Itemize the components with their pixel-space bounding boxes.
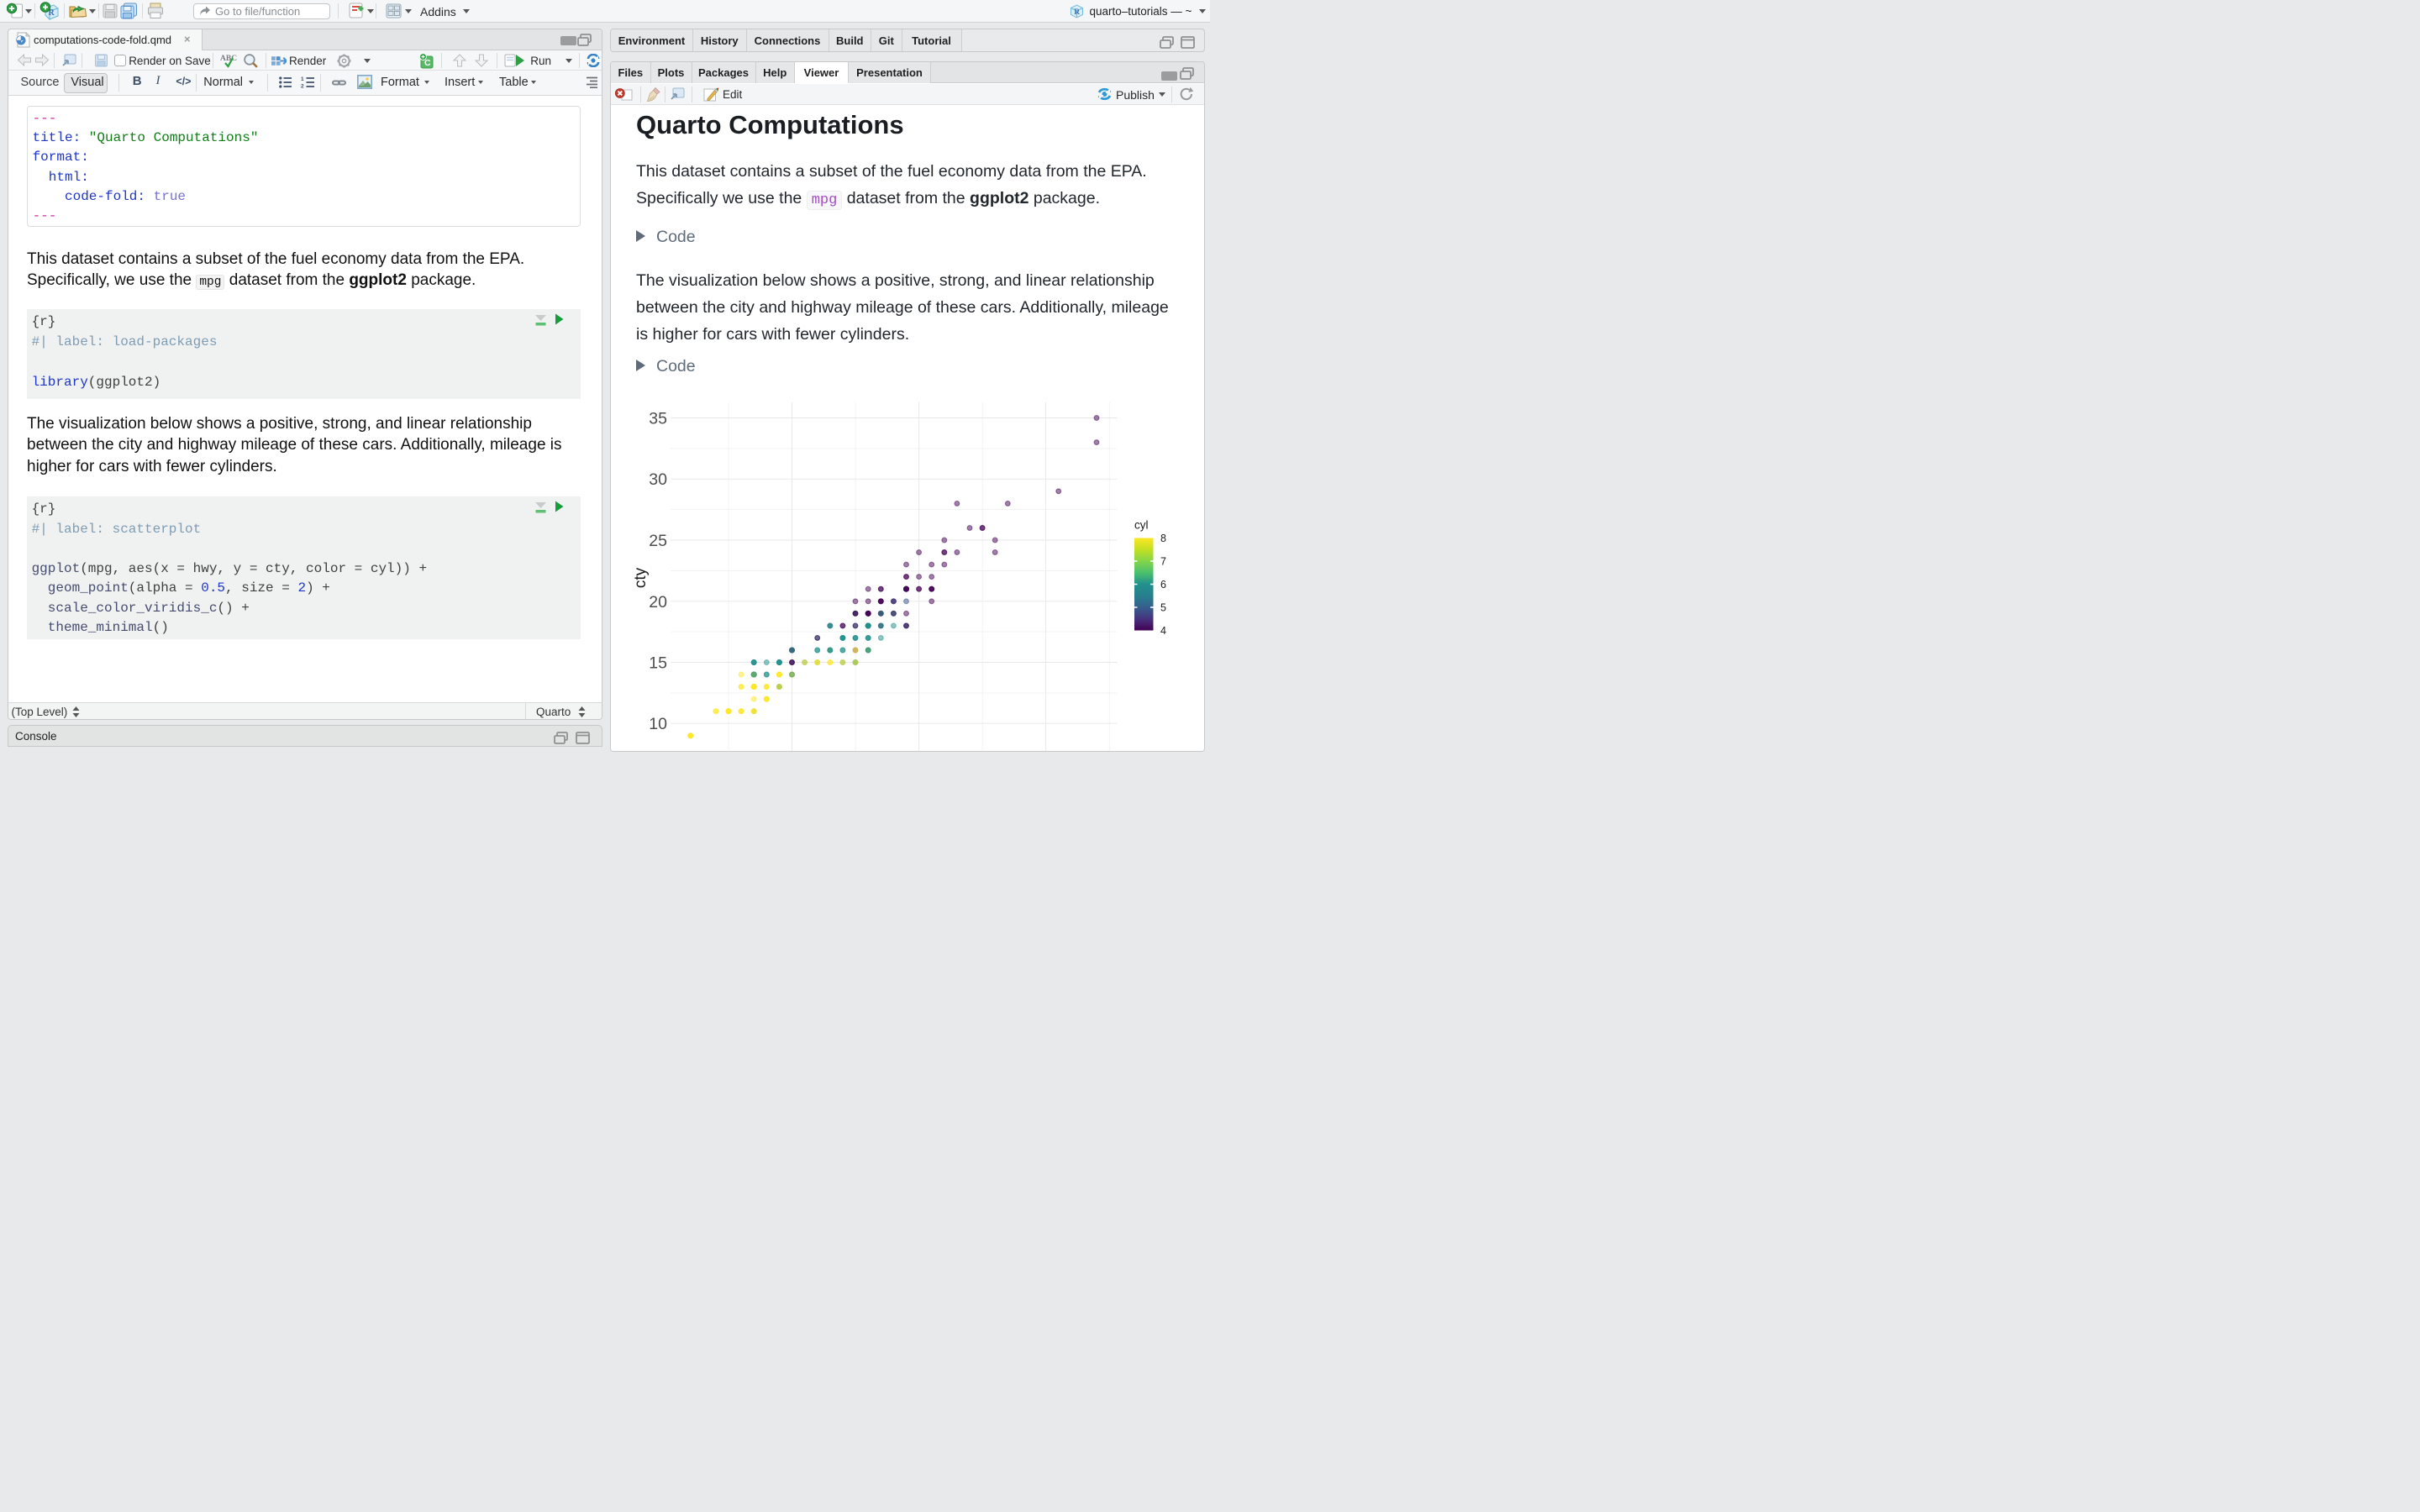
- svg-text:7: 7: [1160, 555, 1166, 567]
- svg-text:5: 5: [1160, 601, 1166, 613]
- svg-text:R: R: [1074, 8, 1080, 17]
- svg-text:15: 15: [649, 654, 667, 673]
- svg-text:8: 8: [1160, 533, 1166, 544]
- svg-text:25: 25: [649, 532, 667, 550]
- svg-text:10: 10: [649, 715, 667, 733]
- svg-text:6: 6: [1160, 579, 1166, 591]
- svg-text:ABC: ABC: [220, 55, 237, 63]
- svg-text:cyl: cyl: [1134, 519, 1149, 532]
- svg-text:cty: cty: [632, 567, 650, 588]
- svg-text:4: 4: [1160, 625, 1166, 637]
- svg-text:20: 20: [649, 593, 667, 612]
- svg-text:2: 2: [301, 84, 304, 89]
- svg-text:30: 30: [649, 470, 667, 489]
- svg-text:35: 35: [649, 410, 667, 428]
- svg-text:1: 1: [301, 76, 304, 82]
